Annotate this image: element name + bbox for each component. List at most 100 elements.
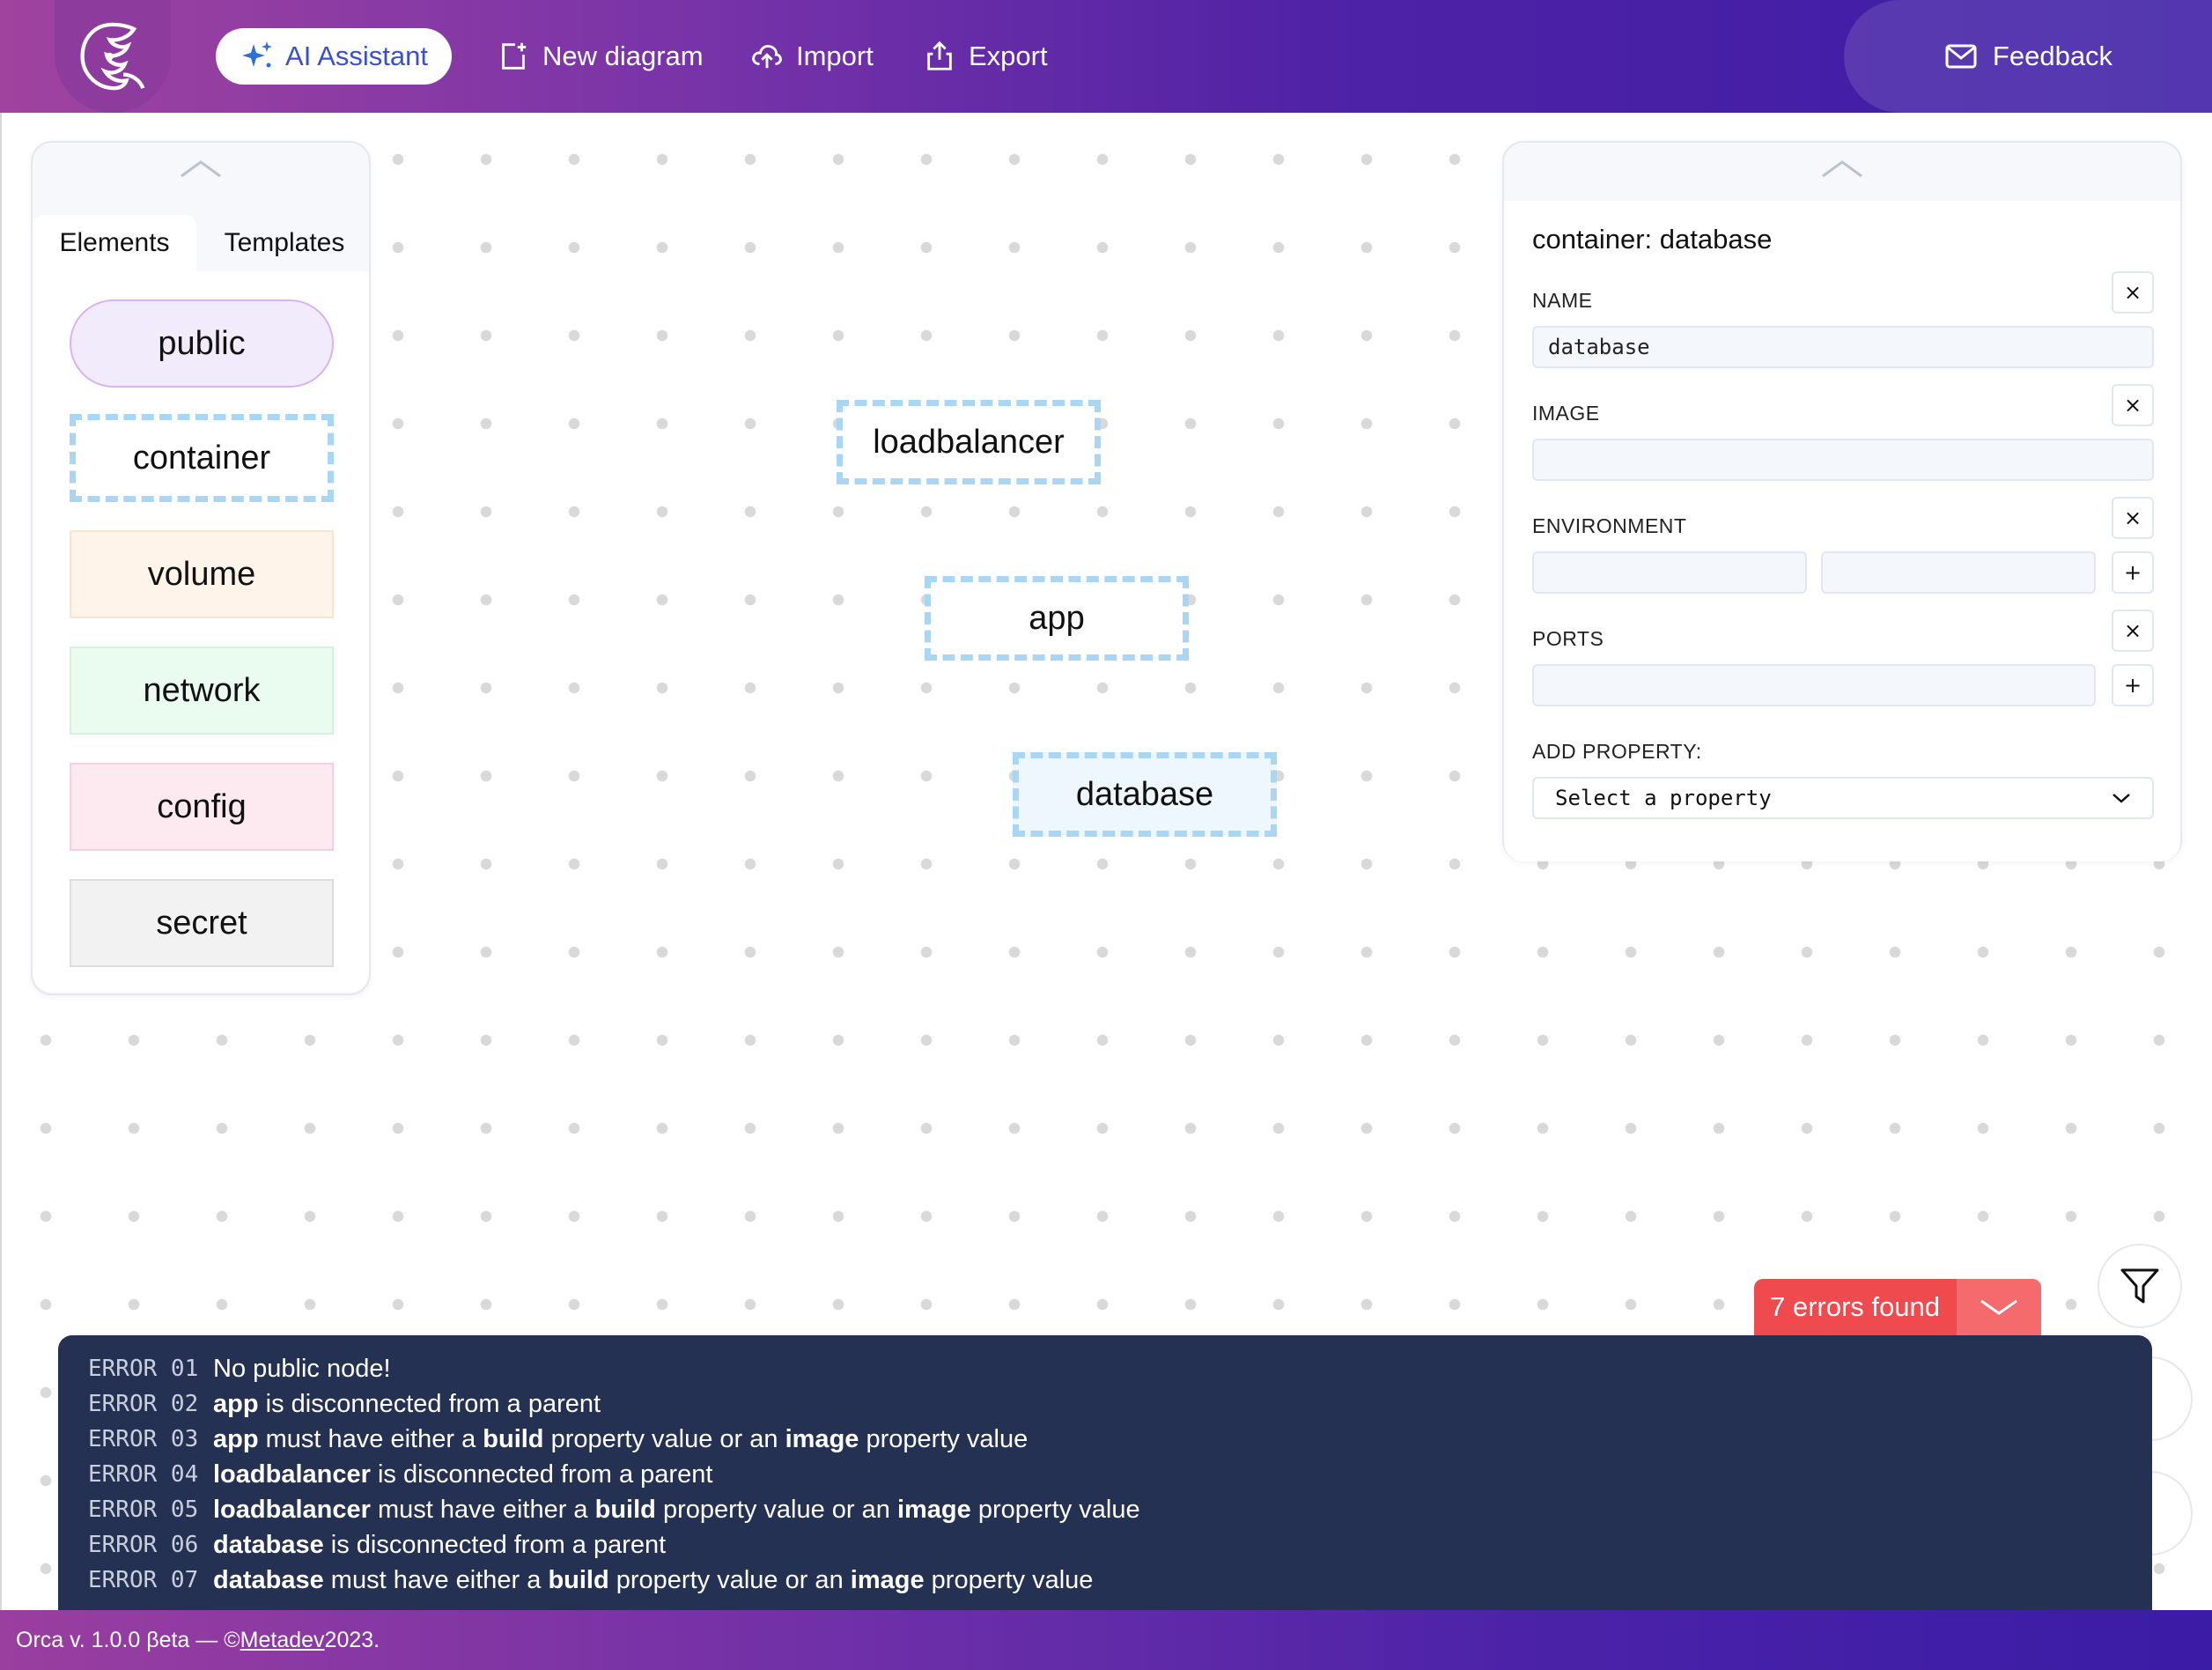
error-code: ERROR 06: [88, 1532, 199, 1558]
new-file-icon: [502, 42, 527, 70]
collapse-errors-button[interactable]: [1957, 1279, 2041, 1335]
image-label: IMAGE: [1532, 402, 1600, 425]
error-subject: loadbalancer: [213, 1495, 371, 1524]
errors-count: 7 errors found: [1770, 1291, 1940, 1322]
error-code: ERROR 03: [88, 1426, 199, 1452]
properties-panel: container: database NAME × database IMAG…: [1502, 141, 2182, 861]
error-row: ERROR 07 database must have either a bui…: [58, 1563, 2152, 1598]
import-button[interactable]: Import: [750, 28, 874, 85]
remove-ports-button[interactable]: ×: [2112, 610, 2154, 652]
filter-icon: [2120, 1268, 2159, 1304]
error-text: is disconnected from a parent: [330, 1530, 667, 1559]
element-container[interactable]: container: [70, 414, 334, 502]
environment-label: ENVIRONMENT: [1532, 514, 1687, 537]
filter-button[interactable]: [2098, 1244, 2182, 1328]
share-upload-icon: [927, 41, 952, 70]
add-environment-button[interactable]: +: [2112, 551, 2154, 594]
environment-key-input[interactable]: [1532, 551, 1807, 594]
node-loadbalancer[interactable]: loadbalancer: [837, 400, 1101, 484]
element-public[interactable]: public: [70, 299, 334, 388]
mail-icon: [1945, 44, 1977, 69]
error-text: is disconnected from a parent: [265, 1389, 601, 1418]
metadev-link[interactable]: Metadev: [240, 1628, 325, 1653]
error-row: ERROR 03 app must have either a build pr…: [58, 1422, 2152, 1457]
ai-assistant-button[interactable]: AI Assistant: [216, 28, 452, 85]
error-row: ERROR 02 app is disconnected from a pare…: [58, 1386, 2152, 1422]
add-property-label: ADD PROPERTY:: [1532, 740, 1702, 763]
export-button[interactable]: Export: [923, 28, 1048, 85]
image-input[interactable]: [1532, 439, 2154, 481]
footer-suffix: 2023.: [324, 1627, 380, 1652]
error-keyword: image: [896, 1495, 971, 1524]
environment-value-input[interactable]: [1821, 551, 2096, 594]
error-text: is disconnected from a parent: [377, 1459, 713, 1489]
error-keyword: image: [850, 1565, 925, 1594]
add-property-select[interactable]: Select a property: [1532, 777, 2154, 819]
properties-body: container: database NAME × database IMAG…: [1504, 201, 2180, 861]
error-code: ERROR 05: [88, 1496, 199, 1523]
element-config[interactable]: config: [70, 763, 334, 851]
error-text: must have either a: [265, 1424, 476, 1453]
panel-tabs: Elements Templates: [33, 215, 369, 271]
error-text: No public node!: [213, 1354, 391, 1383]
chevron-down-icon: [2112, 794, 2130, 803]
error-row: ERROR 05 loadbalancer must have either a…: [58, 1492, 2152, 1527]
error-subject: app: [213, 1389, 259, 1418]
add-property-select-value: Select a property: [1555, 786, 1772, 810]
error-text: property value or an: [550, 1424, 778, 1453]
element-volume[interactable]: volume: [70, 530, 334, 618]
error-text: must have either a: [377, 1495, 588, 1524]
error-text: property value: [866, 1424, 1029, 1453]
name-label: NAME: [1532, 289, 1593, 312]
sparkles-icon: [242, 41, 273, 68]
error-keyword: image: [785, 1424, 859, 1453]
new-diagram-button[interactable]: New diagram: [497, 28, 704, 85]
errors-summary-tab: 7 errors found: [1754, 1279, 2041, 1335]
error-text: property value: [977, 1495, 1140, 1524]
name-input[interactable]: database: [1532, 326, 2154, 368]
error-text: property value: [931, 1565, 1094, 1594]
ports-input[interactable]: [1532, 664, 2096, 706]
error-subject: database: [213, 1530, 324, 1559]
ai-assistant-label: AI Assistant: [285, 41, 428, 71]
error-code: ERROR 04: [88, 1461, 199, 1488]
export-label: Export: [969, 41, 1048, 71]
error-text: must have either a: [330, 1565, 542, 1594]
error-row: ERROR 04 loadbalancer is disconnected fr…: [58, 1457, 2152, 1492]
error-keyword: build: [594, 1495, 656, 1524]
error-code: ERROR 02: [88, 1391, 199, 1417]
error-subject: database: [213, 1565, 324, 1594]
footer: Orca v. 1.0.0 βeta — © Metadev 2023.: [0, 1610, 2212, 1670]
properties-title: container: database: [1532, 224, 1773, 255]
orca-logo-icon: [80, 22, 145, 91]
element-network[interactable]: network: [70, 647, 334, 735]
elements-panel: Elements Templates public container volu…: [31, 141, 371, 995]
tab-templates[interactable]: Templates: [205, 215, 364, 271]
errors-panel: ERROR 01 No public node! ERROR 02 app is…: [58, 1335, 2152, 1610]
add-port-button[interactable]: +: [2112, 664, 2154, 706]
tab-elements[interactable]: Elements: [33, 215, 196, 271]
chevron-up-icon[interactable]: [178, 157, 224, 180]
chevron-down-icon: [1980, 1299, 2017, 1315]
error-keyword: build: [548, 1565, 609, 1594]
footer-prefix: Orca v. 1.0.0 βeta — ©: [16, 1627, 240, 1652]
error-row: ERROR 06 database is disconnected from a…: [58, 1527, 2152, 1563]
ports-label: PORTS: [1532, 627, 1604, 650]
remove-name-button[interactable]: ×: [2112, 271, 2154, 314]
error-subject: app: [213, 1424, 259, 1453]
orca-logo[interactable]: [55, 0, 171, 113]
new-diagram-label: New diagram: [542, 41, 704, 71]
remove-image-button[interactable]: ×: [2112, 384, 2154, 426]
top-toolbar: AI Assistant New diagram Import Export F…: [0, 0, 2212, 113]
chevron-up-icon[interactable]: [1819, 157, 1865, 180]
remove-environment-button[interactable]: ×: [2112, 497, 2154, 539]
feedback-label: Feedback: [1992, 41, 2113, 71]
error-text: property value or an: [616, 1565, 844, 1594]
error-subject: loadbalancer: [213, 1459, 371, 1489]
node-database[interactable]: database: [1013, 752, 1277, 837]
error-code: ERROR 01: [88, 1356, 199, 1382]
feedback-button[interactable]: Feedback: [1844, 0, 2212, 113]
node-app[interactable]: app: [925, 576, 1189, 661]
import-label: Import: [796, 41, 874, 71]
element-secret[interactable]: secret: [70, 879, 334, 967]
